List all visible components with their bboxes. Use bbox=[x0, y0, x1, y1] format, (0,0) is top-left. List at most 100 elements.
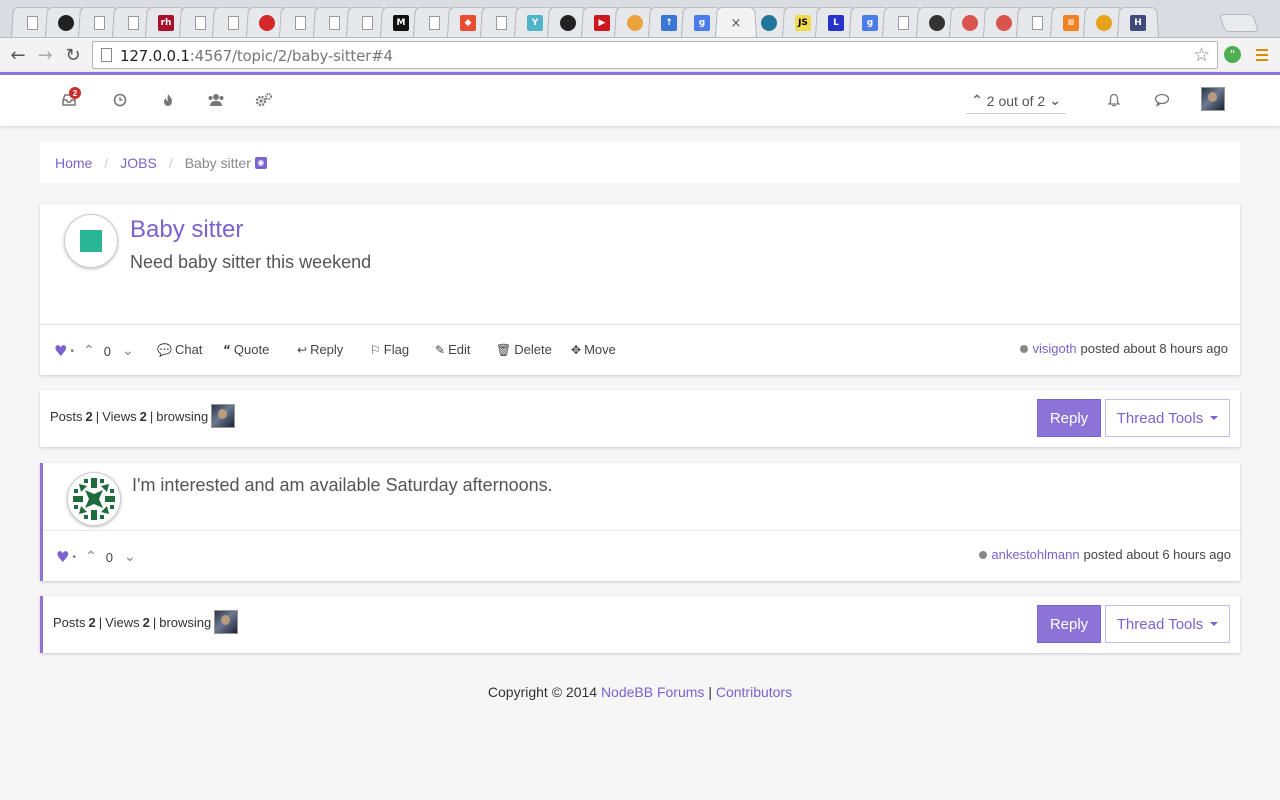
heart-icon[interactable]: ♥ bbox=[54, 342, 67, 360]
edit-button[interactable]: ✎ Edit bbox=[435, 342, 470, 357]
status-dot bbox=[979, 550, 988, 559]
stats-separator: | bbox=[95, 408, 100, 424]
reply-label: Reply bbox=[310, 342, 344, 357]
notification-badge: 2 bbox=[69, 87, 81, 99]
page-icon bbox=[493, 15, 509, 31]
post-pagination[interactable]: ⌃ 2 out of 2 ⌄ bbox=[966, 88, 1066, 114]
fire-icon[interactable] bbox=[158, 90, 178, 110]
breadcrumb-separator: / bbox=[104, 154, 109, 171]
red-puzzle-icon bbox=[259, 15, 275, 31]
nodebb-forums-link[interactable]: NodeBB Forums bbox=[601, 684, 704, 700]
l-icon: L bbox=[828, 15, 844, 31]
topic-post: Baby sitter Need baby sitter this weeken… bbox=[40, 204, 1240, 375]
funnel-icon: Y bbox=[527, 15, 543, 31]
pencil-icon: ✎ bbox=[435, 342, 446, 357]
new-tab-button[interactable] bbox=[1218, 14, 1260, 32]
users-icon[interactable] bbox=[206, 90, 226, 110]
topic-post-footer: ♥ • ⌃ 0 ⌄ 💬 Chat “Quote ↩ Reply ⚐ Flag ✎ Edi… bbox=[40, 324, 1240, 375]
breadcrumb-current: Baby sitter bbox=[184, 154, 251, 171]
status-dot bbox=[1020, 344, 1029, 353]
hex-icon bbox=[929, 15, 945, 31]
forum-header bbox=[0, 72, 1280, 126]
stats-separator: | bbox=[152, 614, 157, 630]
downvote-icon[interactable]: ⌄ bbox=[124, 549, 136, 565]
git-icon: ◆ bbox=[460, 15, 476, 31]
topic-stats: Posts 2 | Views 2 | browsing bbox=[50, 404, 236, 428]
upvote-icon[interactable]: ⌃ bbox=[85, 549, 97, 565]
page-icon bbox=[326, 15, 342, 31]
chrome-icon bbox=[627, 15, 643, 31]
author-link[interactable]: visigoth bbox=[1032, 341, 1076, 356]
bell-icon[interactable] bbox=[1104, 90, 1124, 110]
user-avatar[interactable] bbox=[1201, 87, 1225, 111]
browser-tab-strip: rh M ◆ Y ▶ ↑ g × JS Lg ≡ H bbox=[0, 0, 1280, 38]
topic-author-avatar[interactable] bbox=[64, 214, 118, 268]
page-icon bbox=[125, 15, 141, 31]
vote-count: 0 bbox=[105, 549, 113, 565]
page-icon bbox=[192, 15, 208, 31]
breadcrumb: Home / JOBS / Baby sitter ◉ bbox=[40, 142, 1240, 183]
bookmark-star-icon[interactable]: ☆ bbox=[1193, 44, 1210, 66]
page-icon bbox=[1029, 15, 1045, 31]
medium-icon: M bbox=[393, 15, 409, 31]
reply-icon: ↩ bbox=[297, 342, 308, 357]
chat-button[interactable]: 💬 Chat bbox=[157, 342, 202, 357]
browsing-label: browsing bbox=[156, 408, 209, 424]
reply-topic-button[interactable]: Reply bbox=[1037, 605, 1101, 643]
posts-count: 2 bbox=[88, 614, 96, 630]
breadcrumb-category[interactable]: JOBS bbox=[120, 155, 157, 171]
chevron-down-icon[interactable]: ⌄ bbox=[1049, 93, 1061, 109]
quote-icon: “ bbox=[223, 342, 231, 357]
stackoverflow-icon: ≡ bbox=[1063, 15, 1079, 31]
move-button[interactable]: ✥ Move bbox=[571, 342, 616, 357]
author-link[interactable]: ankestohlmann bbox=[991, 547, 1079, 562]
contributors-link[interactable]: Contributors bbox=[716, 684, 792, 700]
topic-stats-bar-bottom: Posts 2 | Views 2 | browsing Reply Threa… bbox=[40, 596, 1240, 653]
browsing-user-avatar[interactable] bbox=[211, 404, 236, 428]
heart-icon[interactable]: ♥ bbox=[56, 548, 69, 566]
delete-label: Delete bbox=[514, 342, 552, 357]
stats-separator: | bbox=[149, 408, 154, 424]
dot-separator: • bbox=[70, 345, 74, 357]
caret-down-icon bbox=[1210, 622, 1219, 626]
reply-author-avatar[interactable] bbox=[67, 472, 121, 526]
cogs-icon[interactable] bbox=[254, 90, 274, 110]
breadcrumb-separator: / bbox=[168, 154, 173, 171]
flag-button[interactable]: ⚐ Flag bbox=[370, 342, 409, 357]
url-path: :4567/topic/2/baby-sitter#4 bbox=[189, 47, 393, 65]
flag-label: Flag bbox=[383, 342, 410, 357]
reply-topic-button[interactable]: Reply bbox=[1037, 399, 1101, 437]
chevron-up-icon[interactable]: ⌃ bbox=[971, 93, 983, 109]
delete-button[interactable]: 🗑 Delete bbox=[496, 342, 552, 357]
rss-icon[interactable]: ◉ bbox=[254, 156, 267, 169]
views-count: 2 bbox=[139, 408, 147, 424]
thread-tools-button[interactable]: Thread Tools bbox=[1105, 605, 1230, 643]
downvote-icon[interactable]: ⌄ bbox=[122, 343, 134, 359]
forward-arrow-icon[interactable]: → bbox=[33, 43, 57, 67]
upvote-icon[interactable]: ⌃ bbox=[83, 343, 95, 359]
browser-menu-icon[interactable] bbox=[1256, 49, 1268, 61]
hangouts-extension-icon[interactable]: " bbox=[1224, 46, 1241, 63]
views-label: Views bbox=[102, 408, 137, 424]
reload-icon[interactable]: ↻ bbox=[61, 43, 85, 67]
url-host: 127.0.0.1 bbox=[120, 47, 190, 65]
views-label: Views bbox=[105, 614, 140, 630]
quote-label: Quote bbox=[233, 342, 270, 357]
reply-post-footer: ♥ • ⌃ 0 ⌄ ankestohlmann posted about 6 h… bbox=[43, 530, 1243, 581]
browsing-user-avatar[interactable] bbox=[214, 610, 239, 634]
url-text[interactable]: 127.0.0.1:4567/topic/2/baby-sitter#4 bbox=[120, 47, 393, 65]
post-meta: visigoth posted about 8 hours ago bbox=[1020, 341, 1228, 356]
quote-button[interactable]: “Quote bbox=[223, 342, 269, 357]
google-icon: g bbox=[862, 15, 878, 31]
back-arrow-icon[interactable]: ← bbox=[6, 43, 30, 67]
address-bar[interactable]: 127.0.0.1:4567/topic/2/baby-sitter#4 ☆ bbox=[92, 41, 1218, 69]
reply-button[interactable]: ↩ Reply bbox=[297, 342, 343, 357]
breadcrumb-home[interactable]: Home bbox=[55, 155, 92, 171]
clock-icon[interactable] bbox=[110, 90, 130, 110]
close-icon[interactable]: × bbox=[728, 15, 744, 31]
posts-label: Posts bbox=[50, 408, 83, 424]
comment-icon[interactable] bbox=[1152, 90, 1172, 110]
thread-tools-button[interactable]: Thread Tools bbox=[1105, 399, 1230, 437]
wordpress-icon bbox=[761, 15, 777, 31]
page-icon bbox=[292, 15, 308, 31]
